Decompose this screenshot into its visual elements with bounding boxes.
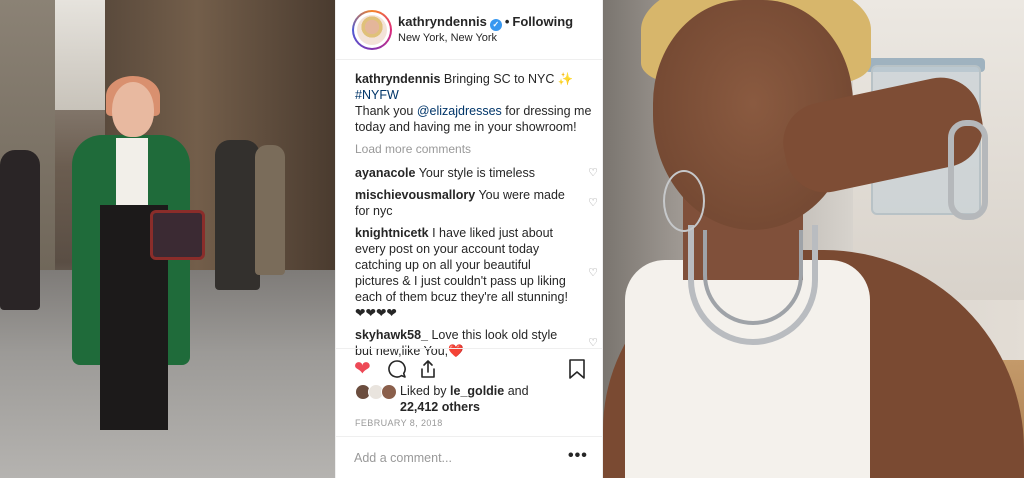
likes-prefix: Liked by (400, 384, 447, 398)
pedestrian (0, 150, 40, 310)
location-link[interactable]: New York, New York (398, 32, 497, 44)
comment-row: ayanacole Your style is timeless ♡ (355, 165, 598, 181)
like-heart-icon[interactable]: ❤ (354, 359, 371, 379)
pedestrian (215, 140, 260, 290)
instagram-post: kathryndennis ✓ • Following New York, New Y… (335, 0, 604, 478)
username-link[interactable]: kathryndennis (398, 14, 487, 29)
left-photo (0, 0, 335, 478)
verified-badge-icon: ✓ (489, 19, 502, 31)
liker-username[interactable]: le_goldie (450, 384, 504, 398)
handbag (150, 210, 205, 260)
heart-icon[interactable]: ♡ (587, 167, 599, 179)
comment-icon[interactable] (387, 359, 407, 383)
comment-username[interactable]: mischievousmallory (355, 188, 475, 202)
heart-icon[interactable]: ♡ (587, 267, 599, 279)
comment-text: Your style is timeless (418, 166, 535, 180)
likes-count-link[interactable]: 22,412 others (400, 400, 480, 414)
avatar[interactable] (352, 10, 392, 50)
likes-and: and (507, 384, 529, 398)
hashtag-link[interactable]: #NYFW (355, 88, 399, 102)
caption-text: Thank you (355, 104, 417, 118)
bookmark-icon[interactable] (568, 359, 586, 383)
comment-text: I have liked just about every post on yo… (355, 226, 568, 320)
pedestrian (255, 145, 285, 275)
mention-link[interactable]: @elizajdresses (417, 104, 502, 118)
head (112, 82, 154, 137)
load-more-comments[interactable]: Load more comments (355, 141, 595, 157)
avatar[interactable] (381, 384, 397, 400)
caption: kathryndennis Bringing SC to NYC ✨ #NYFW… (355, 71, 595, 135)
comment-username[interactable]: skyhawk58_ (355, 328, 428, 342)
heart-icon[interactable]: ♡ (587, 197, 599, 209)
right-photo (603, 0, 1024, 478)
comment-username[interactable]: knightnicetk (355, 226, 429, 240)
caption-text: Bringing SC to NYC ✨ (443, 72, 574, 86)
white-shirt (116, 138, 148, 208)
sky (55, 0, 105, 110)
likes-summary: Liked by le_goldie and 22,412 others (355, 382, 595, 416)
hoop-earring (663, 170, 705, 232)
comment-username[interactable]: ayanacole (355, 166, 415, 180)
add-comment-input[interactable] (354, 449, 554, 467)
caption-username[interactable]: kathryndennis (355, 72, 440, 86)
following-button[interactable]: Following (512, 14, 573, 29)
more-options-button[interactable]: ••• (568, 447, 588, 465)
add-comment-bar: ••• (336, 436, 604, 478)
comments-section: kathryndennis Bringing SC to NYC ✨ #NYFW… (355, 71, 598, 365)
liker-avatars (355, 384, 399, 400)
share-icon[interactable] (418, 359, 438, 383)
post-date: FEBRUARY 8, 2018 (355, 418, 443, 428)
chain-bracelet (948, 120, 988, 220)
post-header: kathryndennis ✓ • Following New York, New Y… (336, 0, 604, 60)
comment-row: mischievousmallory You were made for nyc… (355, 187, 598, 219)
comment-row: knightnicetk I have liked just about eve… (355, 225, 598, 321)
dot-separator: • (504, 14, 510, 29)
